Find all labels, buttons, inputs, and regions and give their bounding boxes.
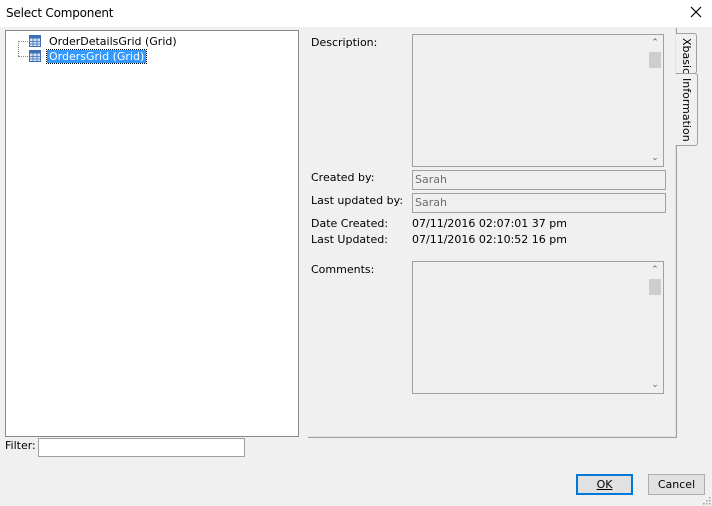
tree-item-label: OrdersGrid (Grid) bbox=[45, 48, 148, 64]
grid-component-icon bbox=[29, 50, 41, 62]
title-bar: Select Component bbox=[0, 0, 712, 27]
filter-label: Filter: bbox=[5, 439, 36, 452]
comments-scrollbar[interactable]: ⌃ ⌄ bbox=[647, 262, 663, 393]
tab-label: Xbasic bbox=[680, 38, 693, 75]
date-created-label: Date Created: bbox=[311, 217, 389, 230]
cancel-button[interactable]: Cancel bbox=[648, 474, 705, 495]
comments-textarea[interactable]: ⌃ ⌄ bbox=[412, 261, 664, 394]
description-label: Description: bbox=[311, 36, 378, 49]
scroll-up-icon[interactable]: ⌃ bbox=[650, 39, 660, 48]
tree-item-orderdetailsgrid[interactable]: OrderDetailsGrid (Grid) bbox=[29, 34, 179, 48]
created-by-label: Created by: bbox=[311, 171, 375, 184]
tab-information[interactable]: Information bbox=[675, 73, 698, 146]
scroll-down-icon[interactable]: ⌄ bbox=[650, 154, 660, 163]
ok-button-label: OK bbox=[596, 478, 613, 491]
window-title: Select Component bbox=[6, 6, 114, 20]
cancel-button-label: Cancel bbox=[657, 478, 696, 491]
tab-xbasic[interactable]: Xbasic bbox=[676, 33, 697, 74]
tab-label: Information bbox=[680, 78, 693, 142]
resize-grip-icon[interactable] bbox=[701, 495, 711, 505]
filter-input[interactable] bbox=[38, 438, 245, 457]
description-textarea[interactable]: ⌃ ⌄ bbox=[412, 34, 664, 167]
description-scrollbar[interactable]: ⌃ ⌄ bbox=[647, 35, 663, 166]
date-created-value: 07/11/2016 02:07:01 37 pm bbox=[412, 217, 567, 230]
scroll-down-icon[interactable]: ⌄ bbox=[650, 381, 660, 390]
ok-button[interactable]: OK bbox=[576, 474, 633, 495]
last-updated-value: 07/11/2016 02:10:52 16 pm bbox=[412, 233, 567, 246]
tree-connector bbox=[18, 41, 28, 42]
scroll-thumb[interactable] bbox=[649, 279, 661, 295]
comments-label: Comments: bbox=[311, 263, 375, 276]
component-tree[interactable]: OrderDetailsGrid (Grid) OrdersGrid (Grid… bbox=[5, 30, 299, 437]
grid-component-icon bbox=[29, 35, 41, 47]
scroll-up-icon[interactable]: ⌃ bbox=[650, 266, 660, 275]
tree-connector bbox=[18, 56, 28, 57]
last-updated-by-label: Last updated by: bbox=[311, 194, 404, 207]
tree-item-ordersgrid[interactable]: OrdersGrid (Grid) bbox=[29, 48, 148, 64]
last-updated-by-field[interactable]: Sarah bbox=[412, 193, 666, 213]
tree-item-label: OrderDetailsGrid (Grid) bbox=[49, 34, 177, 48]
scroll-thumb[interactable] bbox=[649, 52, 661, 68]
close-icon[interactable] bbox=[688, 4, 704, 20]
last-updated-label: Last Updated: bbox=[311, 233, 388, 246]
tree-connector bbox=[18, 41, 19, 56]
created-by-field[interactable]: Sarah bbox=[412, 170, 666, 190]
